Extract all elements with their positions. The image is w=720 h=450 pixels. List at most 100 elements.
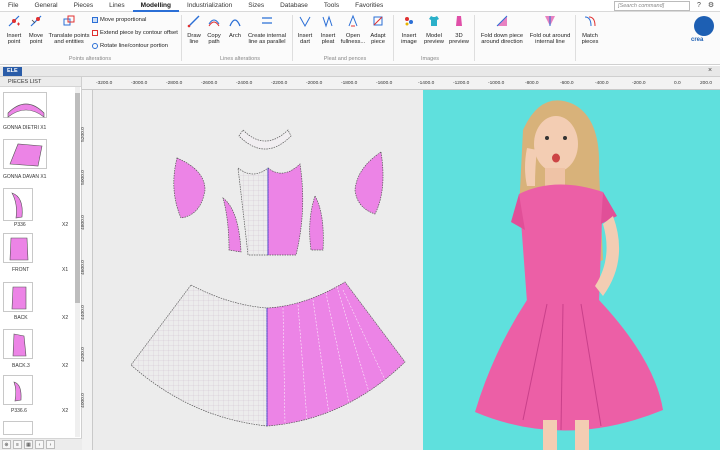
ruler-tick: -200.0 xyxy=(632,81,646,86)
collar-piece[interactable] xyxy=(238,129,292,150)
ruler-tick: -1200.0 xyxy=(453,81,470,86)
parallel-line-icon xyxy=(262,17,272,24)
piece-thumbnail[interactable] xyxy=(3,233,33,263)
piece-shape-icon xyxy=(9,237,29,261)
copy-path-button[interactable]: Copy path xyxy=(205,14,223,46)
shirt-icon xyxy=(429,16,439,26)
menu-lines[interactable]: Lines xyxy=(101,0,133,12)
menu-favorities[interactable]: Favorities xyxy=(347,0,391,12)
extend-piece-button[interactable]: Extend piece by contour offset xyxy=(92,30,178,36)
menu-sizes[interactable]: Sizes xyxy=(240,0,272,12)
chevron-left-icon[interactable]: ‹ xyxy=(35,440,44,449)
pieces-footer-toolbar: ⊕ ≡ ▦ ‹ › xyxy=(0,438,82,450)
piece-thumbnail[interactable] xyxy=(3,139,47,169)
piece-thumbnail[interactable] xyxy=(3,92,47,118)
ruler-tick: -1800.0 xyxy=(341,81,358,86)
preview-3d-button[interactable]: 3D preview xyxy=(448,14,470,46)
move-point-label: Move point xyxy=(28,32,44,46)
command-search-input[interactable]: [Search command] xyxy=(614,1,690,11)
piece-thumbnail[interactable] xyxy=(3,375,33,405)
move-proportional-button[interactable]: Move proportional xyxy=(92,17,146,23)
insert-dart-button[interactable]: Insert dart xyxy=(296,14,314,46)
model-photo-illustration xyxy=(475,100,663,450)
open-fullness-button[interactable]: Open fullness... xyxy=(340,14,366,46)
insert-image-button[interactable]: Insert image xyxy=(397,14,421,46)
ruler-tick: -400.0 xyxy=(595,81,609,86)
pieces-list-panel: PIECES LIST GONNA DIETRI X1 GONNA DAVAN … xyxy=(0,77,82,450)
match-pieces-label: Match pieces xyxy=(581,32,599,46)
move-point-button[interactable]: Move point xyxy=(26,14,46,46)
ribbon-separator xyxy=(393,15,394,61)
right-sleeve-piece[interactable] xyxy=(354,151,384,215)
ruler-tick: -2400.0 xyxy=(236,81,253,86)
piece-qty: X2 xyxy=(62,408,69,414)
image-icon xyxy=(405,17,413,26)
settings-icon[interactable]: ⚙ xyxy=(706,1,716,11)
bodice-right-piece[interactable] xyxy=(267,163,304,256)
right-side-piece[interactable] xyxy=(309,195,324,251)
ruler-tick: -1000.0 xyxy=(488,81,505,86)
fold-down-button[interactable]: Fold down piece around direction xyxy=(478,14,526,46)
close-document-icon[interactable]: × xyxy=(708,67,712,74)
piece-qty: X2 xyxy=(62,363,69,369)
arch-button[interactable]: Arch xyxy=(226,14,244,39)
piece-shape-icon xyxy=(11,286,27,310)
piece-thumbnail[interactable] xyxy=(3,188,33,221)
chevron-right-icon[interactable]: › xyxy=(46,440,55,449)
document-tab[interactable]: ELE xyxy=(3,67,22,76)
ribbon-toolbar: Insert point Move point Translate points… xyxy=(0,12,720,65)
bodice-left-piece[interactable] xyxy=(237,167,269,256)
arch-icon xyxy=(229,19,241,27)
move-proportional-icon xyxy=(92,17,98,23)
piece-thumbnail[interactable] xyxy=(3,282,33,312)
help-icon[interactable]: ? xyxy=(694,1,704,11)
create-internal-line-button[interactable]: Create internal line as parallel xyxy=(247,14,287,46)
menu-general[interactable]: General xyxy=(26,0,65,12)
zoom-icon[interactable]: ⊕ xyxy=(2,440,11,449)
pieces-list-title: PIECES LIST xyxy=(0,77,81,87)
pieces-scrollbar-thumb[interactable] xyxy=(75,93,80,303)
dress-bodice xyxy=(519,184,603,302)
insert-point-button[interactable]: Insert point xyxy=(3,14,25,46)
group-lines-alterations: Lines alterations xyxy=(219,56,261,62)
left-side-piece[interactable] xyxy=(222,197,242,253)
model-preview-button[interactable]: Model preview xyxy=(423,14,445,46)
sort-icon[interactable]: ≡ xyxy=(13,440,22,449)
menu-tools[interactable]: Tools xyxy=(316,0,347,12)
document-tabstrip: ELE × xyxy=(0,66,720,77)
rotate-line-button[interactable]: Rotate line/contour portion xyxy=(92,43,168,49)
skirt-right-half[interactable] xyxy=(266,281,406,427)
insert-pleat-button[interactable]: Insert pleat xyxy=(318,14,338,46)
draw-line-icon xyxy=(187,15,200,28)
ruler-tick: -2000.0 xyxy=(306,81,323,86)
crea-brand-label: crea xyxy=(691,37,704,43)
translate-points-button[interactable]: Translate points and entities xyxy=(48,14,90,46)
crea-logo-icon xyxy=(694,16,714,36)
menu-industrialization[interactable]: Industrialization xyxy=(179,0,240,12)
fold-out-button[interactable]: Fold out around internal line xyxy=(528,14,572,46)
ruler-tick: 4800.0 xyxy=(80,215,86,230)
menu-database[interactable]: Database xyxy=(272,0,316,12)
menu-modelling[interactable]: Modelling xyxy=(132,0,180,12)
adapt-piece-button[interactable]: Adapt piece xyxy=(369,14,387,46)
pieces-scrollbar[interactable] xyxy=(75,87,80,437)
draw-line-button[interactable]: Draw line xyxy=(185,14,203,46)
ribbon-separator xyxy=(474,15,475,61)
left-sleeve-piece[interactable] xyxy=(173,157,206,219)
menu-pieces[interactable]: Pieces xyxy=(66,0,102,12)
pattern-canvas[interactable] xyxy=(93,90,423,450)
grid-icon[interactable]: ▦ xyxy=(24,440,33,449)
skirt-left-half[interactable] xyxy=(130,284,268,427)
adapt-piece-label: Adapt piece xyxy=(370,32,386,46)
arch-label: Arch xyxy=(229,32,241,39)
copy-path-label: Copy path xyxy=(207,32,221,46)
menu-file[interactable]: File xyxy=(0,0,26,12)
dress-skirt xyxy=(475,300,663,431)
copy-path-icon xyxy=(208,19,220,27)
piece-thumbnail[interactable] xyxy=(3,329,33,359)
piece-label: P336.6 xyxy=(11,408,27,414)
piece-label: FRONT xyxy=(12,267,30,273)
ruler-tick: 4600.0 xyxy=(80,260,86,275)
piece-thumbnail[interactable] xyxy=(3,421,33,435)
match-pieces-button[interactable]: Match pieces xyxy=(579,14,601,46)
